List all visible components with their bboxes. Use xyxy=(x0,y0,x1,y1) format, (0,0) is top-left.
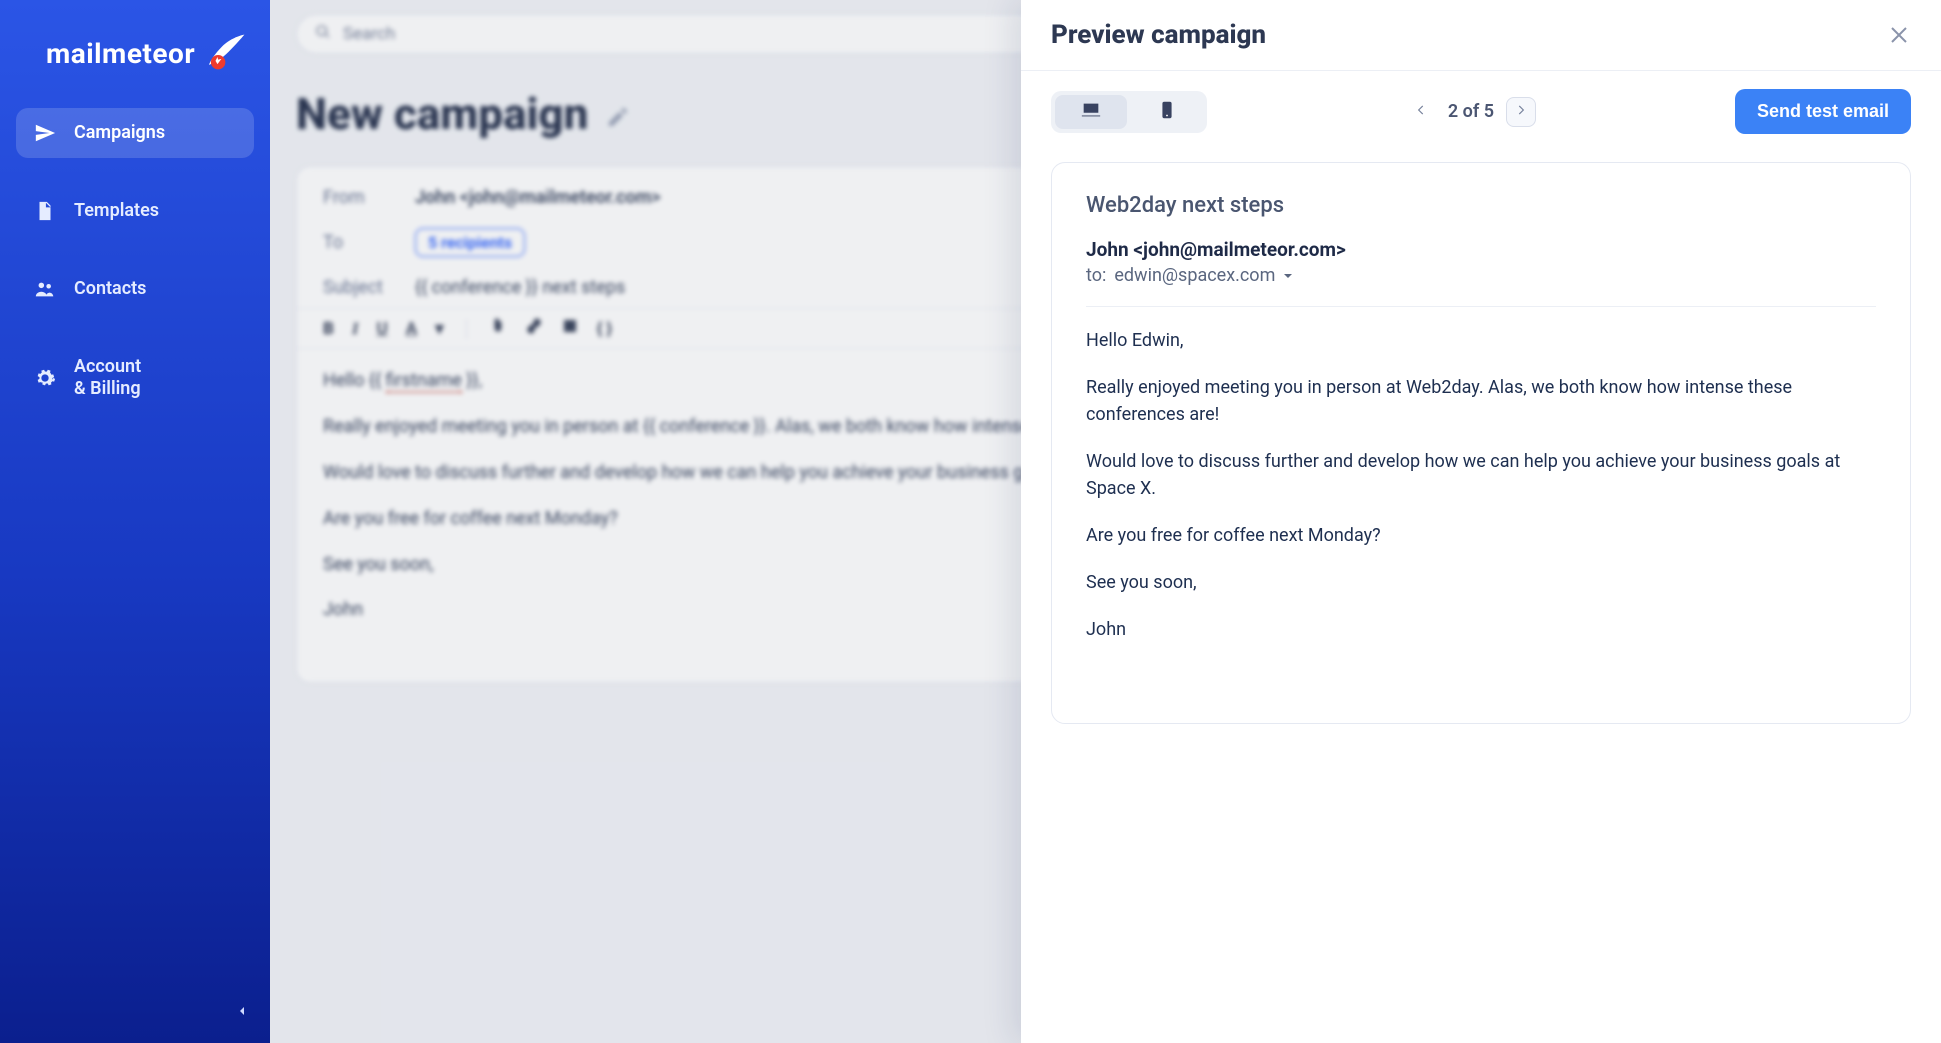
divider xyxy=(1086,306,1876,307)
device-toggle xyxy=(1051,91,1207,133)
meteor-icon xyxy=(205,32,247,74)
preview-title: Preview campaign xyxy=(1051,20,1266,50)
close-button[interactable] xyxy=(1887,23,1911,47)
sidebar-item-label: Templates xyxy=(74,200,159,222)
pager-status: 2 of 5 xyxy=(1448,101,1494,122)
preview-to-line[interactable]: to: edwin@spacex.com xyxy=(1086,265,1876,286)
preview-p3: Are you free for coffee next Monday? xyxy=(1086,522,1876,549)
preview-sign: John xyxy=(1086,616,1876,643)
preview-to-prefix: to: xyxy=(1086,265,1106,286)
preview-email-card: Web2day next steps John <john@mailmeteor… xyxy=(1051,162,1911,724)
chevron-left-icon xyxy=(1414,101,1428,122)
preview-from: John <john@mailmeteor.com> xyxy=(1086,238,1876,261)
sidebar-item-label: Campaigns xyxy=(74,122,165,144)
sidebar-item-campaigns[interactable]: Campaigns xyxy=(16,108,254,158)
preview-to-address: edwin@spacex.com xyxy=(1114,265,1275,286)
sidebar: mailmeteor Campaigns Templates Contacts … xyxy=(0,0,270,1043)
preview-panel: Preview campaign 2 of 5 Send test email … xyxy=(1021,0,1941,1043)
preview-pager: 2 of 5 xyxy=(1406,97,1536,127)
mobile-icon xyxy=(1156,99,1178,124)
sidebar-item-contacts[interactable]: Contacts xyxy=(16,264,254,314)
preview-p0: Hello Edwin, xyxy=(1086,327,1876,354)
device-mobile-button[interactable] xyxy=(1131,95,1203,129)
gear-icon xyxy=(34,367,56,389)
preview-toolbar: 2 of 5 Send test email xyxy=(1021,71,1941,152)
preview-body: Hello Edwin, Really enjoyed meeting you … xyxy=(1086,327,1876,643)
preview-subject: Web2day next steps xyxy=(1086,193,1876,218)
preview-panel-header: Preview campaign xyxy=(1021,0,1941,71)
caret-down-icon xyxy=(1283,265,1293,286)
sidebar-item-label: Account & Billing xyxy=(74,356,141,399)
chevron-right-icon xyxy=(1514,101,1528,122)
sidebar-item-label: Contacts xyxy=(74,278,146,300)
sidebar-item-templates[interactable]: Templates xyxy=(16,186,254,236)
brand-name: mailmeteor xyxy=(46,37,195,70)
file-icon xyxy=(34,200,56,222)
send-icon xyxy=(34,122,56,144)
sidebar-collapse-button[interactable] xyxy=(0,1003,270,1025)
brand: mailmeteor xyxy=(0,18,270,108)
preview-p4: See you soon, xyxy=(1086,569,1876,596)
people-icon xyxy=(34,278,56,300)
preview-p1: Really enjoyed meeting you in person at … xyxy=(1086,374,1876,428)
pager-next-button[interactable] xyxy=(1506,97,1536,127)
preview-p2: Would love to discuss further and develo… xyxy=(1086,448,1876,502)
sidebar-nav: Campaigns Templates Contacts Account & B… xyxy=(0,108,270,413)
send-test-email-button[interactable]: Send test email xyxy=(1735,89,1911,134)
laptop-icon xyxy=(1080,99,1102,124)
device-desktop-button[interactable] xyxy=(1055,95,1127,129)
pager-prev-button[interactable] xyxy=(1406,97,1436,127)
sidebar-item-account-billing[interactable]: Account & Billing xyxy=(16,342,254,413)
